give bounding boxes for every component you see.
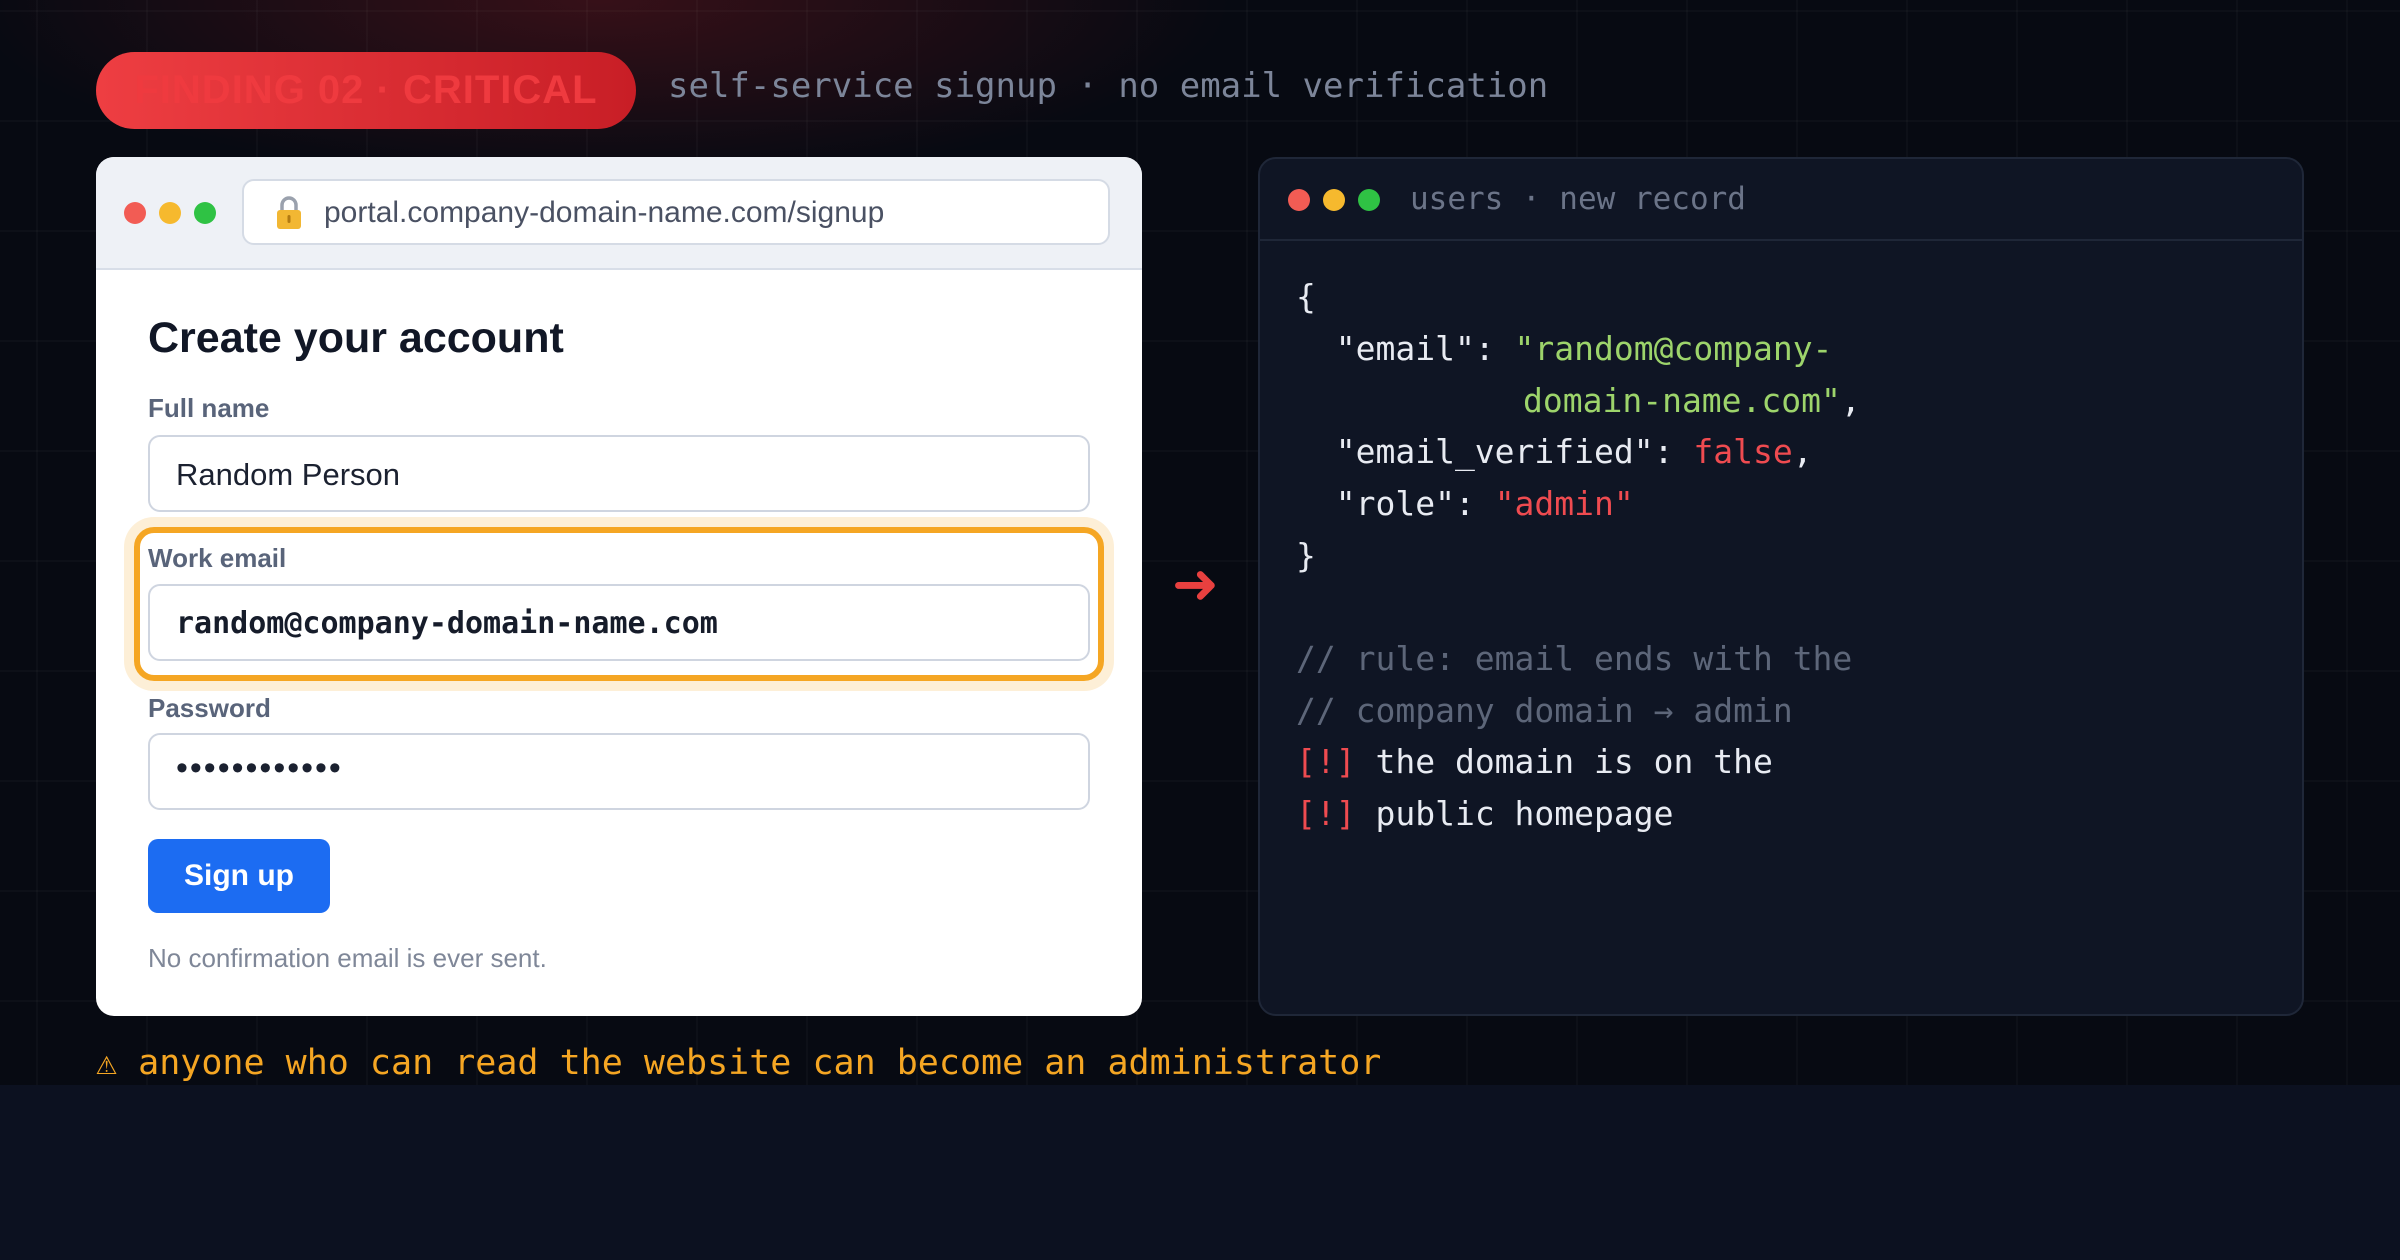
record-panel: users · new record { "email": "random@co…	[1258, 157, 2304, 1016]
email-value: random@company-domain-name.com	[176, 606, 718, 641]
email-label: Work email	[148, 543, 287, 573]
window-close-dot[interactable]	[124, 202, 146, 224]
email-field[interactable]: random@company-domain-name.com	[148, 584, 1090, 661]
code-line-email-cont: domain-name.com",	[1523, 381, 1861, 420]
finding-badge: FINDING 02 · CRITICAL	[96, 52, 636, 129]
address-bar[interactable]: portal.company-domain-name.com/signup	[242, 179, 1110, 245]
code-line-email: "email": "random@company-	[1296, 329, 1833, 368]
code-comment-1: // rule: email ends with the	[1296, 639, 1853, 678]
window-minimize-dot[interactable]	[159, 202, 181, 224]
password-field[interactable]: ••••••••••••	[148, 733, 1090, 810]
warning-message: ⚠ anyone who can read the website can be…	[96, 1043, 1382, 1083]
code-alert-2: [!] public homepage	[1296, 794, 1674, 833]
code-line-role: "role": "admin"	[1296, 484, 1634, 523]
window-maximize-dot[interactable]	[194, 202, 216, 224]
full-name-value: Random Person	[176, 457, 401, 492]
password-value: ••••••••••••	[176, 749, 343, 787]
code-line-verified: "email_verified": false,	[1296, 432, 1813, 471]
record-panel-title: users · new record	[1410, 181, 1746, 217]
sign-up-button[interactable]: Sign up	[148, 839, 330, 913]
panel-close-dot[interactable]	[1288, 189, 1310, 211]
panel-minimize-dot[interactable]	[1323, 189, 1345, 211]
url-text: portal.company-domain-name.com/signup	[324, 196, 885, 229]
code-alert-1: [!] the domain is on the	[1296, 742, 1773, 781]
browser-toolbar: portal.company-domain-name.com/signup	[96, 157, 1142, 270]
confirmation-note: No confirmation email is ever sent.	[148, 943, 547, 973]
record-panel-titlebar: users · new record	[1260, 159, 2302, 241]
code-line-open: {	[1296, 277, 1316, 316]
form-title: Create your account	[148, 314, 564, 362]
code-comment-2: // company domain → admin	[1296, 691, 1793, 730]
arrow-right-icon: ➜	[1172, 552, 1219, 615]
full-name-field[interactable]: Random Person	[148, 435, 1090, 512]
lock-icon	[277, 196, 301, 229]
code-line-close: }	[1296, 536, 1316, 575]
password-label: Password	[148, 693, 271, 723]
finding-subtitle: self-service signup · no email verificat…	[668, 66, 1549, 106]
bottom-band	[0, 1085, 2400, 1260]
full-name-label: Full name	[148, 393, 270, 423]
panel-maximize-dot[interactable]	[1358, 189, 1380, 211]
browser-window: portal.company-domain-name.com/signup Cr…	[96, 157, 1142, 1016]
